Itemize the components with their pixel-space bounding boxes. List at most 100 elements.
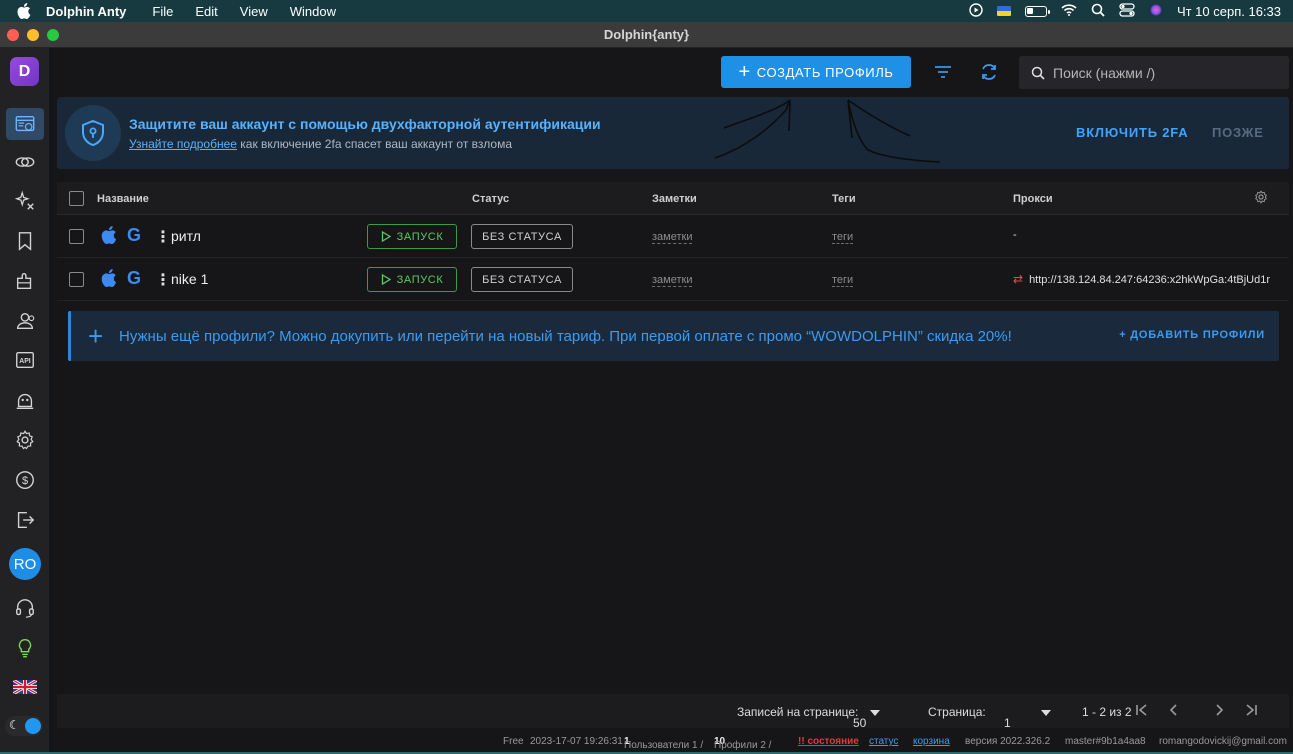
upsell-text: Нужны ещё профили? Можно докупить или пе… — [119, 328, 1012, 345]
battery-icon[interactable] — [1024, 5, 1050, 17]
select-all-checkbox[interactable] — [69, 191, 84, 206]
window-minimize-button[interactable] — [27, 29, 39, 41]
gear-icon — [1255, 190, 1267, 204]
menu-window[interactable]: Window — [290, 4, 336, 19]
profile-name[interactable]: ритл — [171, 228, 201, 244]
header-status[interactable]: Статус — [472, 193, 509, 205]
sidebar-item-support[interactable] — [6, 592, 44, 624]
twofa-banner-sub-text: как включение 2fa спасет ваш аккаунт от … — [236, 137, 512, 151]
learn-more-link[interactable]: Узнайте подробнее — [129, 137, 237, 151]
refresh-button[interactable] — [977, 60, 1001, 84]
launch-button[interactable]: ЗАПУСК — [367, 267, 457, 292]
dollar-icon: $ — [16, 471, 34, 489]
row-checkbox[interactable] — [69, 229, 84, 244]
theme-toggle[interactable]: ☾ — [5, 716, 43, 736]
control-center-icon[interactable] — [1119, 2, 1135, 20]
pagination-bar: Записей на странице: 50 Страница: 1 1 - … — [57, 694, 1289, 730]
tags-field[interactable]: теги — [832, 231, 854, 244]
page-value: 1 — [1004, 716, 1011, 730]
later-button[interactable]: ПОЗЖЕ — [1212, 125, 1264, 140]
users-icon — [16, 312, 35, 330]
tags-field[interactable]: теги — [832, 274, 854, 287]
sidebar-item-api[interactable]: API — [6, 344, 44, 376]
macos-apple-icon — [101, 269, 117, 290]
shield-badge — [65, 105, 121, 161]
prev-page-button[interactable] — [1167, 703, 1181, 720]
filter-button[interactable] — [931, 60, 955, 84]
api-icon: API — [16, 351, 34, 369]
window-title: Dolphin{anty} — [603, 27, 690, 42]
sidebar-item-profiles[interactable] — [6, 108, 44, 140]
sidebar-item-users[interactable] — [6, 305, 44, 337]
table-row[interactable]: G ⋮ nike 1 ЗАПУСК БЕЗ СТАТУСА заметки те… — [57, 258, 1289, 301]
keyboard-layout-icon[interactable] — [996, 6, 1011, 16]
window-zoom-button[interactable] — [47, 29, 59, 41]
chevron-right-icon — [1216, 704, 1224, 716]
next-page-button[interactable] — [1212, 703, 1226, 720]
header-name[interactable]: Название — [97, 193, 149, 205]
status-button[interactable]: БЕЗ СТАТУСА — [471, 267, 573, 292]
proxy-chain-icon — [15, 157, 35, 167]
table-header: Название Статус Заметки Теги Прокси — [57, 182, 1289, 215]
dolphin-logo[interactable]: D — [10, 57, 39, 86]
search-input[interactable] — [1053, 64, 1273, 81]
create-profile-button[interactable]: + СОЗДАТЬ ПРОФИЛЬ — [721, 56, 911, 88]
page-label: Страница: — [928, 705, 986, 719]
add-profiles-button[interactable]: + ДОБАВИТЬ ПРОФИЛИ — [1119, 329, 1265, 341]
page-select[interactable]: 1 — [1004, 705, 1051, 730]
header-notes: Заметки — [652, 193, 697, 205]
sidebar-item-bookmarks[interactable] — [6, 225, 44, 257]
more-actions-icon[interactable]: ⋮ — [155, 270, 171, 290]
more-actions-icon[interactable]: ⋮ — [155, 227, 171, 247]
last-page-button[interactable] — [1244, 703, 1258, 720]
per-page-select[interactable]: 50 — [853, 705, 880, 730]
launch-button[interactable]: ЗАПУСК — [367, 224, 457, 249]
table-settings-button[interactable] — [1254, 190, 1268, 207]
sidebar-item-extensions[interactable] — [6, 265, 44, 297]
menu-app-name[interactable]: Dolphin Anty — [46, 4, 126, 19]
status-date: 2023-17-07 19:26:31 — [530, 736, 623, 747]
row-checkbox[interactable] — [69, 272, 84, 287]
sidebar-item-billing[interactable]: $ — [6, 464, 44, 496]
macos-menubar: Dolphin Anty File Edit View Window Чт 10… — [0, 0, 1293, 22]
menu-edit[interactable]: Edit — [195, 4, 217, 19]
status-link[interactable]: статус — [869, 736, 898, 747]
menu-file[interactable]: File — [152, 4, 173, 19]
apple-icon[interactable] — [16, 3, 32, 19]
extensions-icon — [16, 273, 32, 290]
notes-field[interactable]: заметки — [652, 274, 693, 287]
sidebar-item-logout[interactable] — [6, 504, 44, 536]
google-icon: G — [127, 268, 142, 288]
menubar-clock[interactable]: Чт 10 серп. 16:33 — [1177, 4, 1281, 19]
spotlight-icon[interactable] — [1091, 3, 1105, 20]
search-box[interactable] — [1019, 56, 1289, 89]
logout-icon — [17, 511, 35, 529]
top-toolbar: + СОЗДАТЬ ПРОФИЛЬ — [51, 48, 1293, 96]
user-avatar[interactable]: RO — [9, 548, 41, 580]
proxy-cell[interactable]: ⇄ http://138.124.84.247:64236:x2hkWpGa:4t… — [1013, 272, 1270, 286]
notes-field[interactable]: заметки — [652, 231, 693, 244]
sidebar-item-proxies[interactable] — [6, 146, 44, 178]
table-row[interactable]: G ⋮ ритл ЗАПУСК БЕЗ СТАТУСА заметки теги… — [57, 215, 1289, 258]
sidebar-item-automation[interactable] — [6, 185, 44, 217]
window-close-button[interactable] — [7, 29, 19, 41]
menu-view[interactable]: View — [240, 4, 268, 19]
headset-icon — [16, 599, 34, 618]
status-button[interactable]: БЕЗ СТАТУСА — [471, 224, 573, 249]
wifi-icon[interactable] — [1061, 3, 1077, 19]
users-label: Пользователи 1 / — [624, 740, 704, 751]
enable-2fa-button[interactable]: ВКЛЮЧИТЬ 2FA — [1076, 125, 1189, 140]
proxy-value: http://138.124.84.247:64236:x2hkWpGa:4tB… — [1029, 274, 1271, 286]
upsell-banner: + Нужны ещё профили? Можно докупить или … — [68, 311, 1279, 361]
sidebar-item-bots[interactable] — [6, 384, 44, 416]
cart-link[interactable]: корзина — [913, 736, 950, 747]
sidebar-item-ideas[interactable] — [6, 632, 44, 664]
state-link[interactable]: !! состояние — [798, 736, 859, 747]
screen-record-icon[interactable] — [969, 2, 983, 20]
macos-apple-icon — [101, 226, 117, 247]
profile-name[interactable]: nike 1 — [171, 271, 208, 287]
language-uk-flag-icon[interactable] — [13, 680, 37, 694]
siri-icon[interactable] — [1149, 3, 1163, 20]
sidebar-item-settings[interactable] — [6, 424, 44, 456]
first-page-button[interactable] — [1135, 703, 1149, 720]
